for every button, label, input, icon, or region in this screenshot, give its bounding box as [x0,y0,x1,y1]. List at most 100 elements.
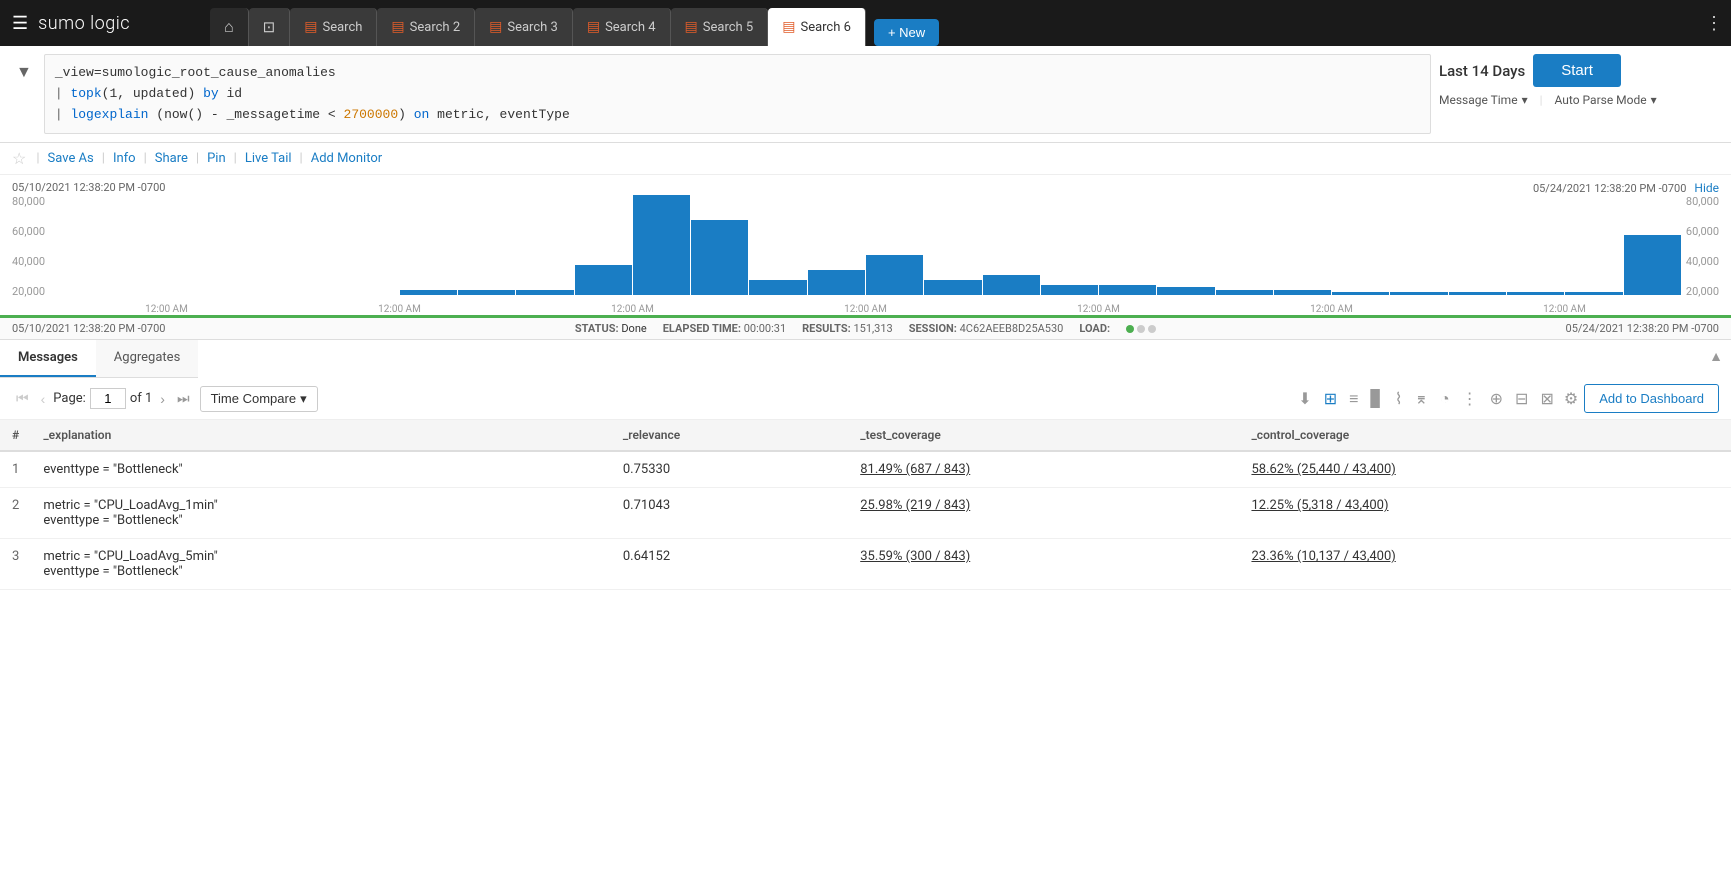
query-line-2: | topk(1, updated) by id [55,84,1420,105]
time-compare-button[interactable]: Time Compare ▾ [200,386,318,412]
hamburger-icon[interactable]: ☰ [12,13,28,34]
col-header-num: # [0,420,31,451]
chart-bar [924,280,981,295]
line-chart-icon[interactable]: ⌇ [1393,387,1405,410]
query-editor[interactable]: _view=sumologic_root_cause_anomalies | t… [44,54,1431,134]
chart-bars [50,195,1681,295]
nav-tab-search6[interactable]: ▤ Search 6 [768,8,866,46]
table-view-icon[interactable]: ⊞ [1322,387,1339,410]
of-label: of 1 [130,391,152,406]
map-icon[interactable]: ⊕ [1488,387,1505,410]
honeycomb-icon[interactable]: ⊠ [1538,387,1555,410]
timeline-end-date: 05/24/2021 12:38:20 PM -0700 [1533,182,1686,195]
hide-timeline-link[interactable]: Hide [1694,181,1719,195]
more-menu-icon[interactable]: ⋮ [1697,13,1731,34]
x-label: 12:00 AM [611,304,654,315]
nav-tab-search1[interactable]: ▤ Search [290,8,377,46]
tab-aggregates[interactable]: Aggregates [96,340,199,377]
x-label: 12:00 AM [1077,304,1120,315]
add-to-dashboard-button[interactable]: Add to Dashboard [1584,384,1719,413]
nav-tab-search3[interactable]: ▤ Search 3 [475,8,573,46]
parse-mode-dropdown-icon[interactable]: ▾ [1651,93,1657,107]
new-button[interactable]: + New [874,19,939,46]
query-keyword-logexplain: logexplain [70,107,148,122]
query-topk-id: id [219,86,242,101]
row-number: 1 [0,451,31,488]
sep4: | [194,151,201,166]
message-time-label: Message Time [1439,93,1518,107]
add-monitor-link[interactable]: Add Monitor [305,149,388,168]
status-done: Done [621,322,646,335]
info-link[interactable]: Info [107,149,142,168]
status-bar: 05/10/2021 12:38:20 PM -0700 STATUS: Don… [0,318,1731,339]
chart-bar [749,280,806,295]
chart-y-labels-left: 80,000 60,000 40,000 20,000 [12,195,45,315]
tab-messages[interactable]: Messages [0,340,96,377]
results-tabs-wrap: Messages Aggregates ▲ [0,340,1731,378]
toolbar: ⏮ ‹ Page: of 1 › ⏭ Time Compare ▾ ⬇ ⊞ ≡ … [0,378,1731,420]
row-control-coverage[interactable]: 58.62% (25,440 / 43,400) [1239,451,1731,488]
pagination: ⏮ ‹ Page: of 1 › ⏭ [12,388,194,409]
nav-tab-home[interactable]: ⌂ [210,8,249,46]
settings-icon[interactable]: ⚙ [1564,389,1578,408]
options-sep: | [1540,93,1543,107]
load-dots [1126,325,1156,333]
brand[interactable]: ☰ sumo logic [0,0,210,46]
y-label: 20,000 [12,285,45,298]
area-chart-icon[interactable]: ⌆ [1413,387,1430,410]
row-test-coverage[interactable]: 35.59% (300 / 843) [848,539,1239,590]
chart-bar [1449,292,1506,295]
results-tabs: Messages Aggregates [0,340,198,378]
collapse-icon[interactable]: ▼ [12,58,36,86]
prev-page-btn[interactable]: ‹ [37,389,50,409]
share-link[interactable]: Share [149,149,194,168]
live-tail-link[interactable]: Live Tail [239,149,298,168]
query-bar: ▼ _view=sumologic_root_cause_anomalies |… [0,46,1731,143]
row-relevance: 0.75330 [611,451,848,488]
single-value-icon[interactable]: ⊟ [1513,387,1530,410]
star-icon[interactable]: ☆ [12,149,26,168]
nav-tab-search4[interactable]: ▤ Search 4 [573,8,671,46]
list-view-icon[interactable]: ≡ [1347,387,1360,411]
last-page-btn[interactable]: ⏭ [173,388,194,409]
chart-bar [808,270,865,295]
status-end-date: 05/24/2021 12:38:20 PM -0700 [1566,322,1719,335]
download-icon[interactable]: ⬇ [1296,387,1313,410]
chart-y-labels-right: 80,000 60,000 40,000 20,000 [1686,195,1719,315]
nav-tab-search2[interactable]: ▤ Search 2 [377,8,475,46]
pin-link[interactable]: Pin [201,149,232,168]
query-pipe: | [55,86,71,101]
results-label: RESULTS: 151,313 [802,322,893,335]
row-test-coverage[interactable]: 81.49% (687 / 843) [848,451,1239,488]
scatter-chart-icon[interactable]: ⋮ [1460,387,1480,410]
row-relevance: 0.64152 [611,539,848,590]
row-control-coverage[interactable]: 12.25% (5,318 / 43,400) [1239,488,1731,539]
nav-tab-library[interactable]: ⊡ [249,8,291,46]
y-label: 40,000 [12,255,45,268]
chart-bar [1274,290,1331,295]
sep5: | [232,151,239,166]
row-control-coverage[interactable]: 23.36% (10,137 / 43,400) [1239,539,1731,590]
results-table: # _explanation _relevance _test_coverage… [0,420,1731,590]
message-time-dropdown-icon[interactable]: ▾ [1522,93,1528,107]
next-page-btn[interactable]: › [156,389,169,409]
search-tab-icon: ▤ [587,19,600,35]
page-input[interactable] [90,388,126,409]
col-header-test-coverage: _test_coverage [848,420,1239,451]
bar-chart-icon[interactable]: ▊ [1368,387,1384,410]
row-test-coverage[interactable]: 25.98% (219 / 843) [848,488,1239,539]
start-button[interactable]: Start [1533,54,1621,87]
load-label: LOAD: [1079,322,1110,335]
pie-chart-icon[interactable]: ◔ [1438,387,1452,411]
chart-bar [1507,292,1564,295]
nav-tab-search5[interactable]: ▤ Search 5 [671,8,769,46]
query-fields: metric, eventType [429,107,569,122]
session-label: SESSION: 4C62AEEB8D25A530 [909,322,1064,335]
save-as-link[interactable]: Save As [42,149,100,168]
brand-name: sumo logic [38,13,130,34]
results-panel-collapse-icon[interactable]: ▲ [1709,348,1723,365]
first-page-btn[interactable]: ⏮ [12,388,33,409]
chart-area: 80,000 60,000 40,000 20,000 80,000 60,00… [0,195,1731,315]
timeline-dates: 05/10/2021 12:38:20 PM -0700 05/24/2021 … [0,181,1731,195]
y-label-r: 20,000 [1686,285,1719,298]
